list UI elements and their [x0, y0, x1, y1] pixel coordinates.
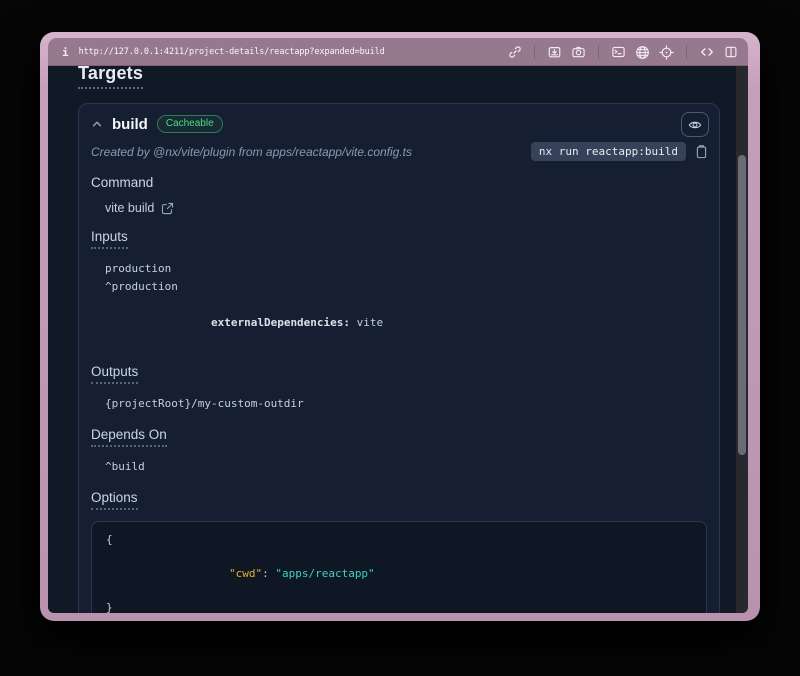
scrollbar[interactable]	[736, 66, 748, 613]
json-cwd-line: "cwd": "apps/reactapp"	[106, 548, 692, 599]
chevron-up-icon[interactable]	[91, 118, 103, 130]
globe-icon[interactable]	[635, 45, 650, 60]
created-by-text: Created by @nx/vite/plugin from apps/rea…	[91, 145, 412, 159]
json-key: "cwd"	[229, 567, 262, 580]
json-value: "apps/reactapp"	[275, 567, 374, 580]
info-icon: i	[62, 46, 69, 59]
target-icon[interactable]	[659, 45, 674, 60]
options-json-box: { "cwd": "apps/reactapp" }	[91, 521, 707, 613]
section-inputs: Inputs	[91, 229, 707, 249]
inputs-tooltip-trigger: Inputs	[91, 229, 128, 249]
url-input[interactable]: http://127.0.0.1:4211/project-details/re…	[79, 47, 508, 57]
external-deps-value: vite	[350, 316, 383, 329]
build-card-header[interactable]: build Cacheable	[79, 104, 719, 133]
copy-button[interactable]	[694, 143, 709, 160]
external-deps-key: externalDependencies:	[211, 316, 350, 329]
section-depends-on: Depends On	[91, 427, 707, 447]
input-item: production	[105, 260, 707, 278]
eye-icon	[687, 118, 703, 132]
depends-on-tooltip-trigger: Depends On	[91, 427, 167, 447]
toolbar-divider	[686, 45, 687, 59]
code-icon[interactable]	[699, 45, 715, 59]
target-name: build	[112, 116, 148, 133]
browser-toolbar: i http://127.0.0.1:4211/project-details/…	[48, 38, 748, 66]
split-view-icon[interactable]	[724, 45, 738, 59]
camera-icon[interactable]	[571, 45, 586, 59]
project-details-page: Targets build Cacheable	[48, 66, 736, 613]
build-card-body: Command vite build Inputs	[79, 175, 719, 613]
external-link-icon	[161, 202, 174, 215]
command-value: vite build	[105, 201, 154, 215]
run-command-group: nx run reactapp:build	[531, 142, 709, 161]
section-command: Command	[91, 175, 707, 190]
open-config-link[interactable]	[161, 202, 174, 215]
toolbar-divider	[534, 45, 535, 59]
terminal-icon[interactable]	[611, 45, 626, 59]
build-card-subheader: Created by @nx/vite/plugin from apps/rea…	[79, 133, 719, 161]
page-title: Targets	[78, 66, 143, 89]
outputs-tooltip-trigger: Outputs	[91, 364, 138, 384]
view-in-graph-button[interactable]	[681, 112, 709, 137]
json-open-brace: {	[106, 531, 692, 548]
inputs-list: production ^production externalDependenc…	[105, 260, 707, 350]
browser-viewport: i http://127.0.0.1:4211/project-details/…	[48, 38, 748, 613]
page-content: Targets build Cacheable	[48, 66, 748, 613]
depends-on-list: ^build	[105, 458, 707, 476]
json-separator: :	[262, 567, 275, 580]
outputs-list: {projectRoot}/my-custom-outdir	[105, 395, 707, 413]
clipboard-icon	[695, 144, 708, 159]
download-icon[interactable]	[547, 45, 562, 59]
command-value-row: vite build	[105, 201, 707, 215]
link-icon[interactable]	[508, 45, 522, 59]
target-card-build: build Cacheable Created by @nx/vite/plug…	[78, 103, 720, 613]
depends-on-item: ^build	[105, 458, 707, 476]
input-item-external-deps: externalDependencies: vite	[105, 296, 707, 350]
run-command-chip: nx run reactapp:build	[531, 142, 686, 161]
section-options: Options	[91, 490, 707, 510]
options-tooltip-trigger: Options	[91, 490, 138, 510]
output-item: {projectRoot}/my-custom-outdir	[105, 395, 707, 413]
input-item: ^production	[105, 278, 707, 296]
scrollbar-thumb[interactable]	[738, 155, 746, 455]
json-close-brace: }	[106, 599, 692, 613]
cacheable-badge: Cacheable	[157, 115, 223, 133]
browser-window: i http://127.0.0.1:4211/project-details/…	[40, 32, 760, 621]
toolbar-actions	[508, 45, 738, 60]
toolbar-divider	[598, 45, 599, 59]
section-outputs: Outputs	[91, 364, 707, 384]
